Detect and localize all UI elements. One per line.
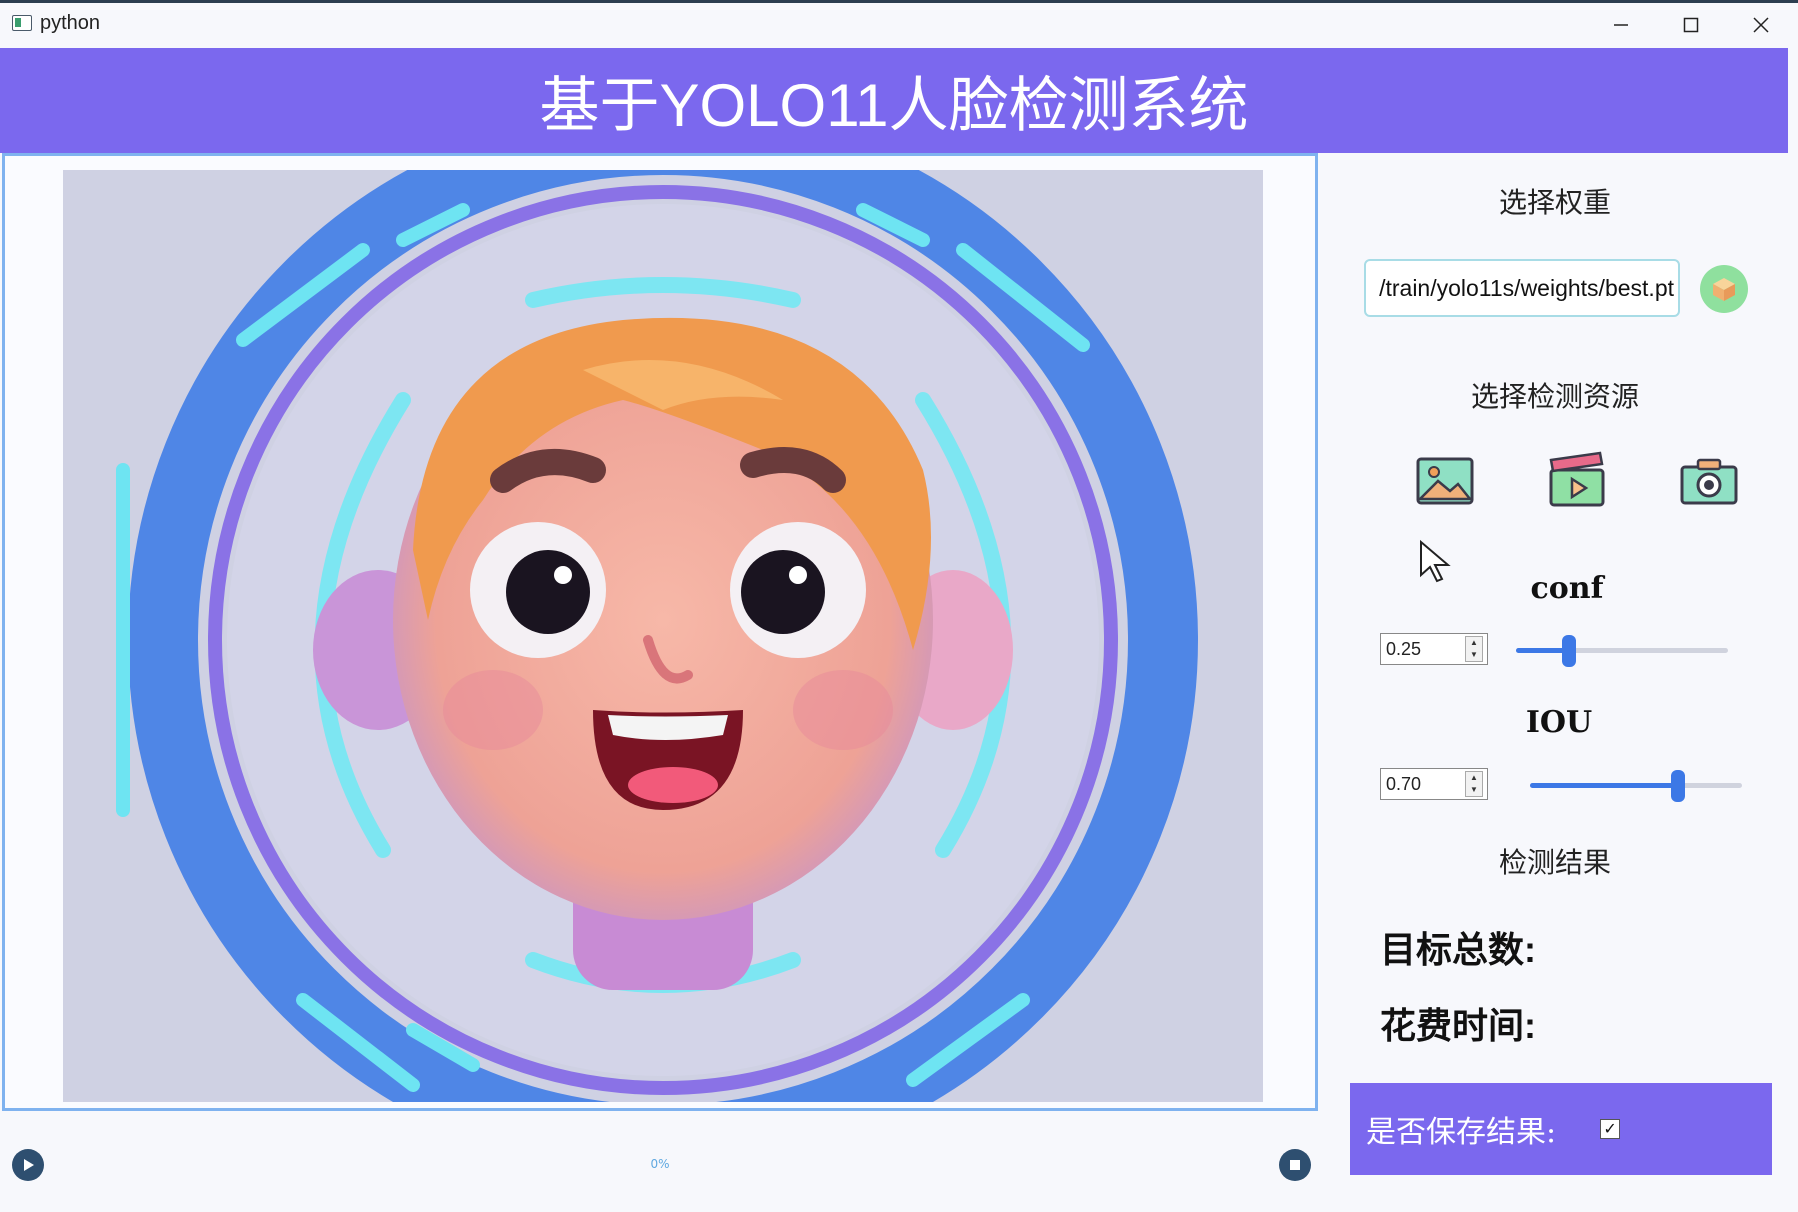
minimize-icon [1614,24,1628,26]
iou-stepper-arrows[interactable]: ▲ ▼ [1465,771,1483,797]
weights-path-input[interactable]: /train/yolo11s/weights/best.pt [1364,259,1680,317]
iou-value: 0.70 [1386,774,1422,794]
conf-spinbox[interactable]: 0.25 ▲ ▼ [1380,633,1488,665]
cartoon-face-illustration [63,170,1263,1102]
iou-slider[interactable] [1530,770,1742,802]
total-targets-label: 目标总数: [1380,929,1536,970]
stop-icon [1290,1160,1300,1170]
play-button[interactable] [12,1149,44,1181]
video-source-button[interactable] [1546,451,1608,507]
app-header: 基于YOLO11人脸检测系统 [0,48,1788,153]
image-display-panel [2,153,1318,1111]
conf-label: conf [1530,571,1604,606]
camera-icon [1680,458,1738,505]
save-results-label: 是否保存结果: [1366,1115,1557,1150]
iou-slider-handle[interactable] [1671,770,1685,802]
image-icon [1416,457,1474,505]
source-section-title: 选择检测资源 [1470,380,1639,413]
iou-label: IOU [1525,705,1593,740]
conf-stepper-arrows[interactable]: ▲ ▼ [1465,636,1483,662]
browse-weights-button[interactable] [1700,265,1748,313]
results-section-title: 检测结果 [1498,846,1611,879]
app-icon [12,15,32,31]
elapsed-time-label: 花费时间: [1380,1005,1536,1046]
weights-path-text: /train/yolo11s/weights/best.pt [1379,275,1674,301]
conf-slider-handle[interactable] [1562,635,1576,667]
weights-section-title: 选择权重 [1498,186,1611,219]
iou-spinbox[interactable]: 0.70 ▲ ▼ [1380,768,1488,800]
window-title: python [40,12,101,34]
conf-value: 0.25 [1386,639,1422,659]
control-panel: 选择权重 /train/yolo11s/weights/best.pt 选择检测… [1322,153,1788,1212]
maximize-button[interactable] [1656,6,1726,44]
progress-text: 0% [650,1157,670,1171]
play-icon [24,1159,34,1171]
save-results-panel: 是否保存结果: ✓ [1350,1083,1772,1175]
video-clapper-icon [1549,451,1605,507]
maximize-icon [1683,17,1699,33]
stop-button[interactable] [1279,1149,1311,1181]
image-source-button[interactable] [1414,453,1476,509]
camera-source-button[interactable] [1678,453,1740,509]
minimize-button[interactable] [1586,6,1656,44]
close-button[interactable] [1726,6,1796,44]
iou-slider-fill [1530,783,1678,788]
conf-slider[interactable] [1516,635,1728,667]
close-icon [1753,17,1769,33]
cube-icon [1713,278,1735,301]
app-title: 基于YOLO11人脸检测系统 [539,72,1249,139]
save-results-checkbox[interactable]: ✓ [1600,1119,1621,1139]
preview-image [63,170,1263,1102]
window-titlebar [0,0,1798,48]
